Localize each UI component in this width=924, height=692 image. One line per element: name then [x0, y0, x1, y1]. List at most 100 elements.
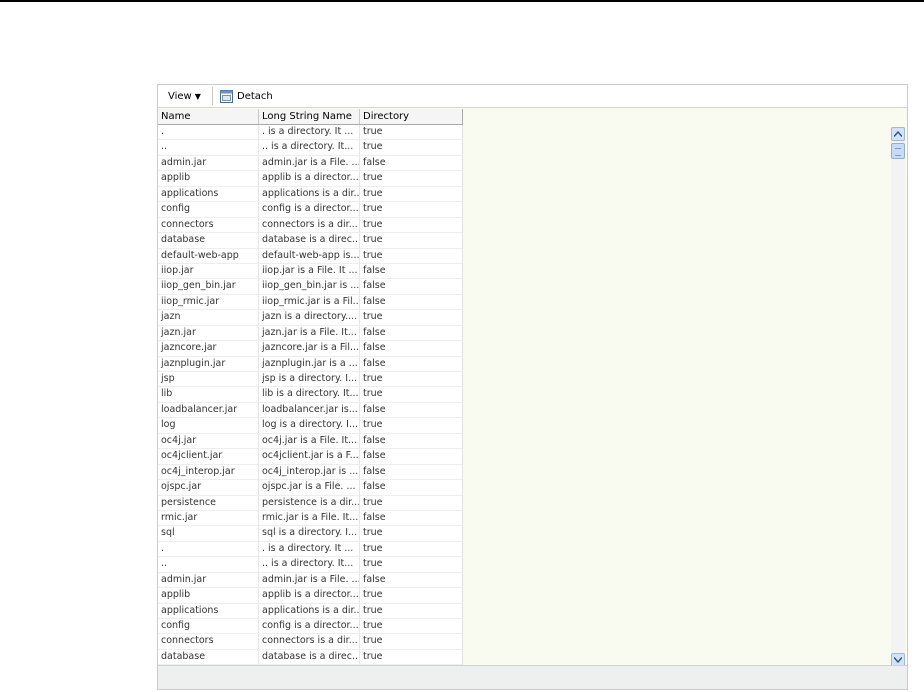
cell-long-string-name: jsp is a directory. I... [259, 372, 360, 387]
view-label: View [168, 91, 192, 102]
cell-long-string-name: oc4j_interop.jar is ... [259, 464, 360, 480]
cell-long-string-name: applib is a director... [259, 171, 360, 186]
cell-name: jazncore.jar [158, 341, 259, 356]
cell-long-string-name: config is a director... [259, 619, 360, 634]
table-row[interactable]: loadbalancer.jar loadbalancer.jar is... fa… [158, 402, 462, 419]
cell-name: .. [158, 557, 259, 572]
scroll-down-arrow-icon [894, 657, 902, 663]
cell-long-string-name: iiop_gen_bin.jar is ... [259, 279, 360, 294]
cell-directory: false [363, 511, 386, 523]
table-row[interactable]: connectors connectors is a dir... true [158, 634, 462, 650]
table-row[interactable]: connectors connectors is a dir... true [158, 217, 462, 234]
cell-long-string-name: admin.jar is a File. ... [259, 155, 360, 171]
column-header-long-string-name[interactable]: Long String Name [259, 109, 360, 124]
cell-name: applib [158, 171, 259, 186]
cell-name: rmic.jar [158, 510, 259, 526]
cell-name: applib [158, 588, 259, 603]
cell-long-string-name: database is a direc... [259, 233, 360, 248]
table-row[interactable]: log log is a directory. I... true [158, 418, 462, 434]
cell-directory: false [363, 481, 386, 493]
table-row[interactable]: rmic.jar rmic.jar is a File. It... false [158, 510, 462, 527]
table-row[interactable]: applications applications is a dir... true [158, 186, 462, 203]
table-row[interactable]: ojspc.jar ojspc.jar is a File. ... false [158, 480, 462, 496]
cell-directory: true [363, 527, 383, 539]
top-divider [0, 0, 924, 2]
cell-long-string-name: applications is a dir... [259, 186, 360, 202]
cell-directory: false [363, 434, 386, 446]
table-row[interactable]: iiop_rmic.jar iiop_rmic.jar is a Fil... fa… [158, 294, 462, 311]
cell-name: connectors [158, 634, 259, 649]
table-row[interactable]: applications applications is a dir... true [158, 603, 462, 619]
table-row[interactable]: config config is a director... true [158, 619, 462, 635]
table-row[interactable]: applib applib is a director... true [158, 588, 462, 604]
cell-name: connectors [158, 217, 259, 233]
cell-directory: true [363, 187, 383, 199]
dropdown-arrow-icon: ▼ [194, 91, 201, 101]
table-row[interactable]: jazncore.jar jazncore.jar is a Fil... fals… [158, 341, 462, 357]
table-toolbar: View ▼ Detach [158, 85, 907, 108]
table-row[interactable]: oc4jclient.jar oc4jclient.jar is a F... fa… [158, 449, 462, 465]
scroll-up-arrow-icon [894, 131, 902, 137]
table-row[interactable]: iiop.jar iiop.jar is a File. It ... false [158, 263, 462, 280]
scrollbar-thumb[interactable] [891, 143, 905, 159]
cell-name: iiop.jar [158, 263, 259, 279]
table-row[interactable]: persistence persistence is a dir... true [158, 495, 462, 511]
table-row[interactable]: applib applib is a director... true [158, 171, 462, 187]
table-row[interactable]: jazn jazn is a directory.... true [158, 310, 462, 326]
table-row[interactable]: jsp jsp is a directory. I... true [158, 372, 462, 388]
detach-icon [220, 90, 233, 103]
cell-name: oc4j_interop.jar [158, 464, 259, 480]
cell-directory: false [363, 342, 386, 354]
cell-name: lib [158, 387, 259, 402]
cell-name: config [158, 619, 259, 634]
table-row[interactable]: iiop_gen_bin.jar iiop_gen_bin.jar is ... f… [158, 279, 462, 295]
column-header-directory[interactable]: Directory [360, 109, 461, 124]
cell-directory: false [363, 465, 386, 477]
cell-long-string-name: admin.jar is a File. ... [259, 572, 360, 588]
cell-directory: false [363, 326, 386, 338]
cell-long-string-name: applib is a director... [259, 588, 360, 603]
table-row[interactable]: jaznplugin.jar jaznplugin.jar is a ... fal… [158, 356, 462, 372]
cell-name: admin.jar [158, 155, 259, 171]
table-row[interactable]: jazn.jar jazn.jar is a File. It... false [158, 325, 462, 342]
table-row[interactable]: sql sql is a directory. I... true [158, 526, 462, 542]
table-row[interactable]: database database is a direc... true [158, 649, 462, 665]
column-header-name[interactable]: Name [158, 109, 259, 124]
cell-name: log [158, 418, 259, 433]
vertical-scrollbar[interactable] [891, 127, 905, 667]
table-row[interactable]: admin.jar admin.jar is a File. ... false [158, 572, 462, 589]
cell-directory: true [363, 249, 383, 261]
table-row[interactable]: default-web-app default-web-app is... true [158, 248, 462, 264]
cell-long-string-name: connectors is a dir... [259, 634, 360, 649]
cell-directory: false [363, 280, 386, 292]
cell-long-string-name: loadbalancer.jar is... [259, 402, 360, 418]
cell-name: jazn.jar [158, 325, 259, 341]
cell-name: sql [158, 526, 259, 541]
table-row[interactable]: oc4j_interop.jar oc4j_interop.jar is ... f… [158, 464, 462, 481]
cell-long-string-name: persistence is a dir... [259, 495, 360, 510]
cell-name: database [158, 649, 259, 665]
cell-directory: true [363, 620, 383, 631]
table-row[interactable]: .... is a directory. It... true [158, 557, 462, 573]
table-row[interactable]: oc4j.jar oc4j.jar is a File. It... false [158, 433, 462, 450]
table-row[interactable]: admin.jar admin.jar is a File. ... false [158, 155, 462, 172]
table-row[interactable]: database database is a direc... true [158, 233, 462, 249]
view-menu-button[interactable]: View ▼ [164, 88, 205, 105]
table-row[interactable]: .. is a directory. It ... true [158, 125, 462, 141]
table-row[interactable]: config config is a director... true [158, 202, 462, 218]
cell-long-string-name: applications is a dir... [259, 603, 360, 618]
cell-name: admin.jar [158, 572, 259, 588]
detach-button[interactable]: Detach [220, 88, 273, 105]
cell-directory: true [363, 218, 383, 230]
cell-name: .. [158, 140, 259, 155]
cell-directory: true [363, 589, 383, 601]
table-row[interactable]: .. is a directory. It ... true [158, 541, 462, 558]
cell-long-string-name: iiop.jar is a File. It ... [259, 263, 360, 279]
table-row[interactable]: lib lib is a directory. It... true [158, 387, 462, 403]
cell-name: . [158, 541, 259, 557]
scroll-up-button[interactable] [891, 127, 905, 141]
cell-directory: true [363, 604, 383, 616]
cell-long-string-name: .. is a directory. It... [259, 140, 360, 155]
cell-name: oc4jclient.jar [158, 449, 259, 464]
table-row[interactable]: .... is a directory. It... true [158, 140, 462, 156]
